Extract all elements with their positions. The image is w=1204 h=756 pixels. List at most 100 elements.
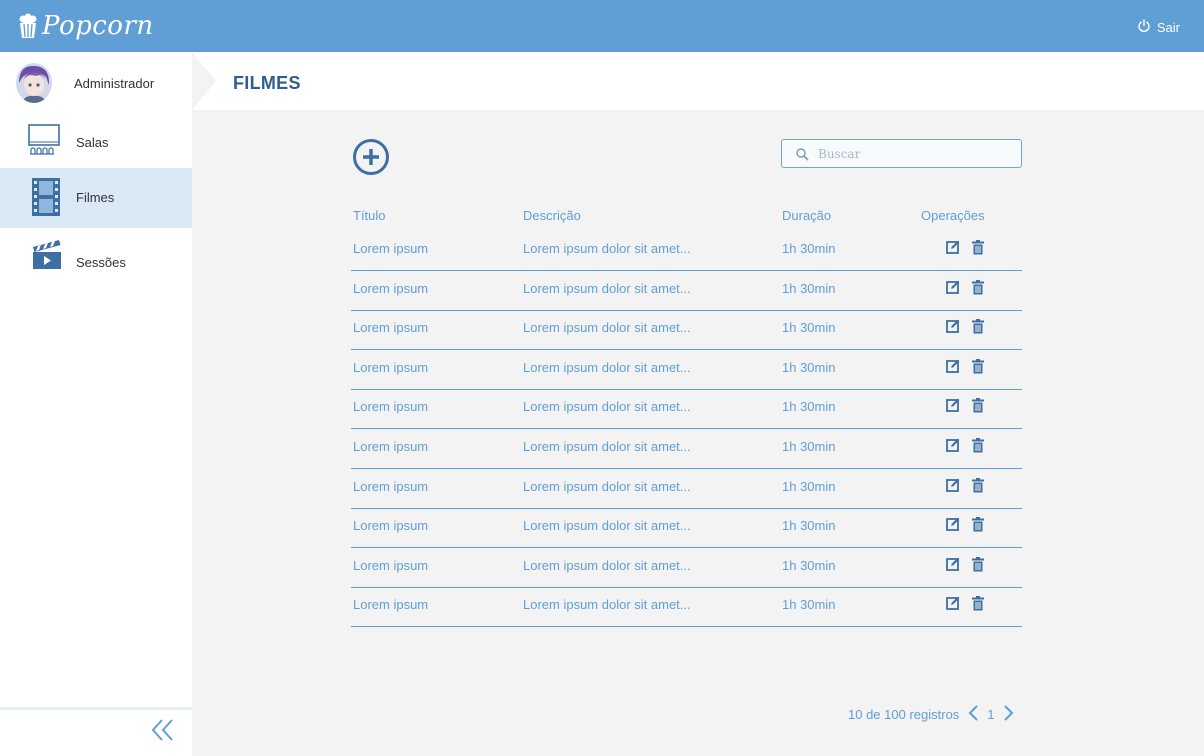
edit-icon [946,240,960,259]
cell-title: Lorem ipsum [353,439,429,454]
table-row: Lorem ipsum Lorem ipsum dolor sit amet...… [351,587,1022,628]
popcorn-icon [18,13,38,39]
row-operations [946,517,984,537]
table-row: Lorem ipsum Lorem ipsum dolor sit amet...… [351,350,1022,390]
trash-icon [972,517,984,537]
clapperboard-icon [32,238,62,275]
delete-button[interactable] [972,279,984,300]
table-row: Lorem ipsum Lorem ipsum dolor sit amet...… [351,310,1022,351]
cell-title: Lorem ipsum [353,557,429,573]
trash-icon [972,556,984,577]
delete-button[interactable] [972,596,984,616]
cell-duration: 1h 30min [782,320,836,336]
cell-title: Lorem ipsum [353,597,429,613]
table-row: Lorem ipsum Lorem ipsum dolor sit amet...… [351,231,1022,271]
brand-name: Popcorn [42,11,154,41]
cell-title: Lorem ipsum [353,518,429,534]
edit-button[interactable] [946,478,960,498]
edit-button[interactable] [946,596,960,616]
cell-duration: 1h 30min [782,439,836,454]
power-icon [1137,19,1151,36]
cell-description: Lorem ipsum dolor sit amet... [523,320,691,336]
column-header-title[interactable]: Título [353,208,386,223]
trash-icon [972,358,984,379]
cell-duration: 1h 30min [782,241,836,256]
current-page[interactable]: 1 [987,707,994,722]
chevron-right-icon [1003,705,1015,725]
edit-icon [946,280,960,299]
cell-description: Lorem ipsum dolor sit amet... [523,280,691,296]
row-operations [946,319,984,339]
delete-button[interactable] [972,477,984,498]
cell-description: Lorem ipsum dolor sit amet... [523,439,691,454]
top-bar: Popcorn Sair [0,0,1204,52]
table-row: Lorem ipsum Lorem ipsum dolor sit amet...… [351,389,1022,430]
collapse-sidebar-button[interactable] [150,717,176,748]
edit-button[interactable] [946,398,960,418]
cell-description: Lorem ipsum dolor sit amet... [523,241,691,256]
cell-title: Lorem ipsum [353,359,429,375]
add-movie-button[interactable] [352,138,390,181]
film-strip-icon [32,178,60,221]
sidebar: Administrador Salas Filmes Sessões [0,52,192,756]
edit-icon [946,359,960,378]
trash-icon [972,596,984,616]
delete-button[interactable] [972,358,984,379]
sidebar-item-label: Salas [76,135,109,150]
cell-title: Lorem ipsum [353,320,429,336]
edit-button[interactable] [946,319,960,339]
cell-duration: 1h 30min [782,557,836,573]
cell-duration: 1h 30min [782,518,836,534]
edit-icon [946,596,960,615]
sidebar-item-label: Sessões [76,255,126,270]
table-row: Lorem ipsum Lorem ipsum dolor sit amet...… [351,271,1022,311]
trash-icon [972,319,984,339]
edit-button[interactable] [946,280,960,300]
edit-icon [946,478,960,497]
sidebar-item-sessoes[interactable]: Sessões [0,228,192,288]
edit-icon [946,398,960,417]
table-row: Lorem ipsum Lorem ipsum dolor sit amet...… [351,548,1022,588]
trash-icon [972,477,984,498]
sidebar-item-salas[interactable]: Salas [0,114,192,174]
delete-button[interactable] [972,319,984,339]
delete-button[interactable] [972,240,984,260]
edit-button[interactable] [946,517,960,537]
edit-icon [946,438,960,457]
cell-title: Lorem ipsum [353,280,429,296]
sidebar-item-filmes[interactable]: Filmes [0,168,192,228]
column-header-duration[interactable]: Duração [782,208,831,223]
pagination-summary: 10 de 100 registros [848,707,960,722]
plus-circle-icon [352,139,390,180]
delete-button[interactable] [972,517,984,537]
edit-button[interactable] [946,438,960,458]
delete-button[interactable] [972,398,984,418]
cell-title: Lorem ipsum [353,478,429,494]
cell-duration: 1h 30min [782,359,836,375]
logout-button[interactable]: Sair [1137,19,1180,36]
user-profile[interactable]: Administrador [0,52,192,114]
trash-icon [972,279,984,300]
delete-button[interactable] [972,438,984,458]
row-operations [946,438,984,458]
search-input[interactable] [818,144,1014,164]
table-row: Lorem ipsum Lorem ipsum dolor sit amet...… [351,429,1022,469]
row-operations [946,556,984,577]
cell-description: Lorem ipsum dolor sit amet... [523,359,691,375]
cinema-screen-icon [28,124,60,165]
row-operations [946,358,984,379]
row-operations [946,240,984,260]
delete-button[interactable] [972,556,984,577]
edit-button[interactable] [946,359,960,379]
trash-icon [972,398,984,418]
trash-icon [972,240,984,260]
next-page-button[interactable] [1003,704,1015,725]
edit-button[interactable] [946,557,960,577]
cell-description: Lorem ipsum dolor sit amet... [523,478,691,494]
previous-page-button[interactable] [967,704,979,725]
brand-logo[interactable]: Popcorn [18,9,154,43]
edit-button[interactable] [946,240,960,260]
row-operations [946,398,984,418]
cell-title: Lorem ipsum [353,399,429,415]
column-header-description[interactable]: Descrição [523,208,581,223]
